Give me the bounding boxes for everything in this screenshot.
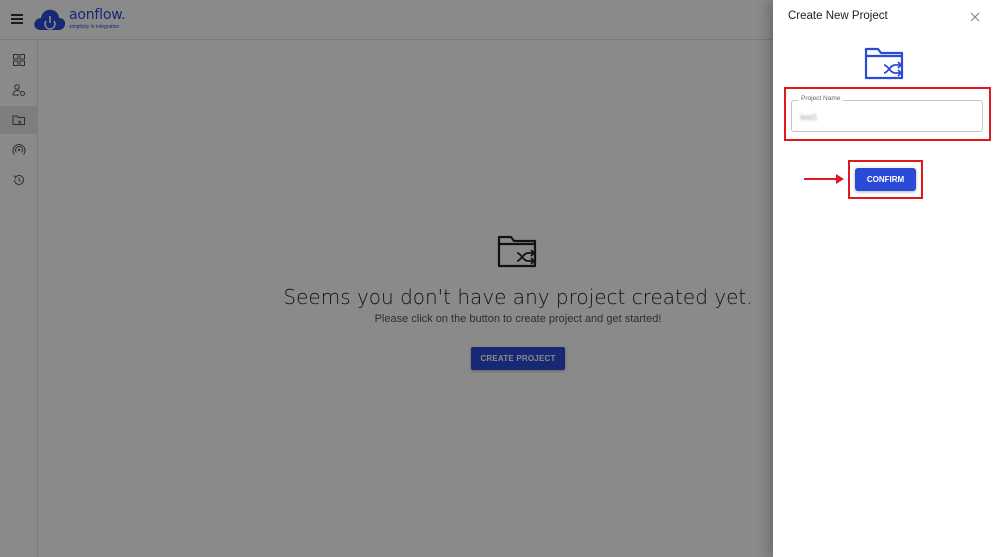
create-project-drawer: Create New Project Project Name CONFIRM: [773, 0, 997, 557]
pointer-arrow-head-icon: [836, 174, 844, 184]
project-folder-shuffle-icon: [864, 47, 904, 80]
drawer-title: Create New Project: [788, 10, 888, 22]
pointer-arrow-line: [804, 178, 838, 180]
confirm-button[interactable]: CONFIRM: [855, 168, 916, 191]
project-name-label: Project Name: [798, 95, 844, 102]
project-name-input[interactable]: [800, 110, 970, 124]
close-icon[interactable]: [969, 11, 981, 23]
project-name-field[interactable]: Project Name: [791, 95, 983, 132]
